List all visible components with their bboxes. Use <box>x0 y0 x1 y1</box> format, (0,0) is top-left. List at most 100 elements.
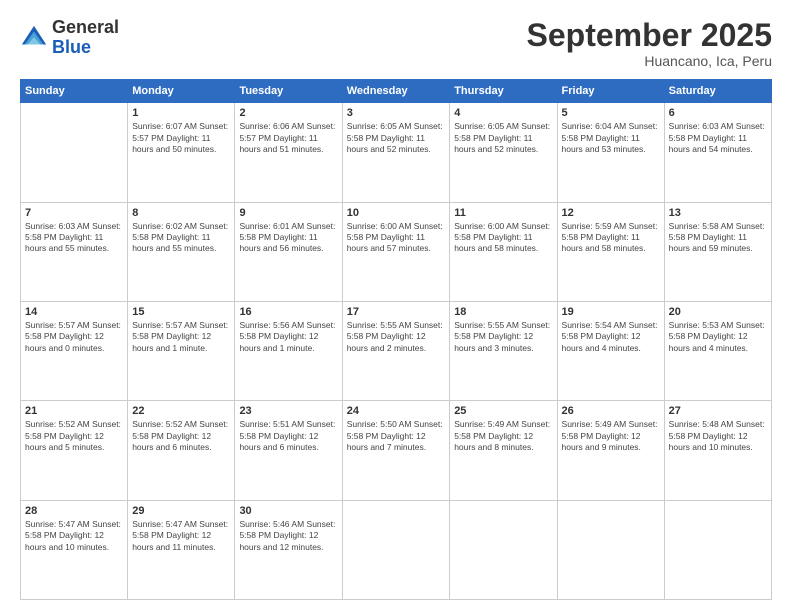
day-number: 28 <box>25 505 123 517</box>
day-info: Sunrise: 6:00 AM Sunset: 5:58 PM Dayligh… <box>454 221 552 255</box>
day-info: Sunrise: 6:00 AM Sunset: 5:58 PM Dayligh… <box>347 221 445 255</box>
col-sunday: Sunday <box>21 80 128 103</box>
day-info: Sunrise: 5:59 AM Sunset: 5:58 PM Dayligh… <box>562 221 660 255</box>
day-info: Sunrise: 5:49 AM Sunset: 5:58 PM Dayligh… <box>562 419 660 453</box>
day-info: Sunrise: 6:06 AM Sunset: 5:57 PM Dayligh… <box>239 121 337 155</box>
calendar-cell: 16 Sunrise: 5:56 AM Sunset: 5:58 PM Dayli… <box>235 301 342 400</box>
location-text: Huancano, Ica, Peru <box>527 53 772 69</box>
logo-icon <box>20 24 48 52</box>
calendar-cell <box>21 103 128 202</box>
col-monday: Monday <box>128 80 235 103</box>
day-info: Sunrise: 5:50 AM Sunset: 5:58 PM Dayligh… <box>347 419 445 453</box>
day-number: 21 <box>25 405 123 417</box>
day-info: Sunrise: 5:47 AM Sunset: 5:58 PM Dayligh… <box>25 519 123 553</box>
day-info: Sunrise: 5:53 AM Sunset: 5:58 PM Dayligh… <box>669 320 767 354</box>
month-year-title: September 2025 <box>527 18 772 53</box>
calendar-cell: 11Sunrise: 6:00 AM Sunset: 5:58 PM Dayli… <box>450 202 557 301</box>
day-number: 5 <box>562 107 660 119</box>
day-number: 29 <box>132 505 230 517</box>
day-info: Sunrise: 6:03 AM Sunset: 5:58 PM Dayligh… <box>25 221 123 255</box>
day-number: 20 <box>669 306 767 318</box>
day-info: Sunrise: 5:58 AM Sunset: 5:58 PM Dayligh… <box>669 221 767 255</box>
day-info: Sunrise: 6:02 AM Sunset: 5:58 PM Dayligh… <box>132 221 230 255</box>
calendar-cell: 23 Sunrise: 5:51 AM Sunset: 5:58 PM Dayli… <box>235 401 342 500</box>
day-number: 22 <box>132 405 230 417</box>
day-info: Sunrise: 5:48 AM Sunset: 5:58 PM Dayligh… <box>669 419 767 453</box>
day-info: Sunrise: 5:54 AM Sunset: 5:58 PM Dayligh… <box>562 320 660 354</box>
day-number: 27 <box>669 405 767 417</box>
logo-general-text: General <box>52 17 119 37</box>
logo: General Blue <box>20 18 119 58</box>
day-number: 6 <box>669 107 767 119</box>
day-info: Sunrise: 5:47 AM Sunset: 5:58 PM Dayligh… <box>132 519 230 553</box>
calendar-cell: 7Sunrise: 6:03 AM Sunset: 5:58 PM Daylig… <box>21 202 128 301</box>
day-number: 3 <box>347 107 445 119</box>
day-number: 13 <box>669 207 767 219</box>
day-number: 4 <box>454 107 552 119</box>
calendar-cell: 27 Sunrise: 5:48 AM Sunset: 5:58 PM Dayli… <box>664 401 771 500</box>
col-thursday: Thursday <box>450 80 557 103</box>
calendar-cell: 4Sunrise: 6:05 AM Sunset: 5:58 PM Daylig… <box>450 103 557 202</box>
calendar-cell <box>342 500 449 599</box>
day-number: 30 <box>239 505 337 517</box>
calendar-cell: 5 Sunrise: 6:04 AM Sunset: 5:58 PM Daylig… <box>557 103 664 202</box>
calendar-cell: 10 Sunrise: 6:00 AM Sunset: 5:58 PM Dayli… <box>342 202 449 301</box>
day-info: Sunrise: 6:07 AM Sunset: 5:57 PM Dayligh… <box>132 121 230 155</box>
day-number: 15 <box>132 306 230 318</box>
day-number: 16 <box>239 306 337 318</box>
calendar-cell <box>450 500 557 599</box>
calendar-cell: 12 Sunrise: 5:59 AM Sunset: 5:58 PM Dayli… <box>557 202 664 301</box>
calendar-cell: 9 Sunrise: 6:01 AM Sunset: 5:58 PM Daylig… <box>235 202 342 301</box>
logo-blue-text: Blue <box>52 37 91 57</box>
day-number: 9 <box>239 207 337 219</box>
day-info: Sunrise: 5:49 AM Sunset: 5:58 PM Dayligh… <box>454 419 552 453</box>
day-number: 2 <box>239 107 337 119</box>
day-number: 25 <box>454 405 552 417</box>
day-number: 18 <box>454 306 552 318</box>
calendar-cell <box>664 500 771 599</box>
col-tuesday: Tuesday <box>235 80 342 103</box>
day-info: Sunrise: 5:57 AM Sunset: 5:58 PM Dayligh… <box>25 320 123 354</box>
calendar-cell: 30Sunrise: 5:46 AM Sunset: 5:58 PM Dayli… <box>235 500 342 599</box>
day-number: 23 <box>239 405 337 417</box>
col-friday: Friday <box>557 80 664 103</box>
calendar-cell: 2 Sunrise: 6:06 AM Sunset: 5:57 PM Daylig… <box>235 103 342 202</box>
title-section: September 2025 Huancano, Ica, Peru <box>527 18 772 69</box>
calendar-cell: 19Sunrise: 5:54 AM Sunset: 5:58 PM Dayli… <box>557 301 664 400</box>
calendar-cell: 20 Sunrise: 5:53 AM Sunset: 5:58 PM Dayli… <box>664 301 771 400</box>
day-number: 1 <box>132 107 230 119</box>
day-info: Sunrise: 5:51 AM Sunset: 5:58 PM Dayligh… <box>239 419 337 453</box>
calendar-cell: 22 Sunrise: 5:52 AM Sunset: 5:58 PM Dayli… <box>128 401 235 500</box>
day-number: 12 <box>562 207 660 219</box>
calendar-cell: 24Sunrise: 5:50 AM Sunset: 5:58 PM Dayli… <box>342 401 449 500</box>
calendar-cell: 6Sunrise: 6:03 AM Sunset: 5:58 PM Daylig… <box>664 103 771 202</box>
day-info: Sunrise: 6:01 AM Sunset: 5:58 PM Dayligh… <box>239 221 337 255</box>
calendar-cell: 26 Sunrise: 5:49 AM Sunset: 5:58 PM Dayli… <box>557 401 664 500</box>
day-info: Sunrise: 5:52 AM Sunset: 5:58 PM Dayligh… <box>25 419 123 453</box>
day-number: 14 <box>25 306 123 318</box>
calendar-cell: 13 Sunrise: 5:58 AM Sunset: 5:58 PM Dayli… <box>664 202 771 301</box>
day-number: 17 <box>347 306 445 318</box>
calendar-header-row: Sunday Monday Tuesday Wednesday Thursday… <box>21 80 772 103</box>
day-info: Sunrise: 6:05 AM Sunset: 5:58 PM Dayligh… <box>347 121 445 155</box>
day-info: Sunrise: 5:52 AM Sunset: 5:58 PM Dayligh… <box>132 419 230 453</box>
day-number: 8 <box>132 207 230 219</box>
day-info: Sunrise: 5:55 AM Sunset: 5:58 PM Dayligh… <box>347 320 445 354</box>
day-number: 26 <box>562 405 660 417</box>
calendar-cell: 28 Sunrise: 5:47 AM Sunset: 5:58 PM Dayli… <box>21 500 128 599</box>
calendar-cell <box>557 500 664 599</box>
calendar-cell: 15 Sunrise: 5:57 AM Sunset: 5:58 PM Dayli… <box>128 301 235 400</box>
calendar-cell: 21 Sunrise: 5:52 AM Sunset: 5:58 PM Dayli… <box>21 401 128 500</box>
col-saturday: Saturday <box>664 80 771 103</box>
day-info: Sunrise: 5:56 AM Sunset: 5:58 PM Dayligh… <box>239 320 337 354</box>
calendar-cell: 25 Sunrise: 5:49 AM Sunset: 5:58 PM Dayli… <box>450 401 557 500</box>
day-info: Sunrise: 5:55 AM Sunset: 5:58 PM Dayligh… <box>454 320 552 354</box>
calendar-cell: 17 Sunrise: 5:55 AM Sunset: 5:58 PM Dayli… <box>342 301 449 400</box>
page-header: General Blue September 2025 Huancano, Ic… <box>20 18 772 69</box>
calendar-cell: 18 Sunrise: 5:55 AM Sunset: 5:58 PM Dayli… <box>450 301 557 400</box>
day-info: Sunrise: 6:04 AM Sunset: 5:58 PM Dayligh… <box>562 121 660 155</box>
calendar-cell: 14 Sunrise: 5:57 AM Sunset: 5:58 PM Dayli… <box>21 301 128 400</box>
day-info: Sunrise: 5:57 AM Sunset: 5:58 PM Dayligh… <box>132 320 230 354</box>
day-number: 10 <box>347 207 445 219</box>
calendar-cell: 8 Sunrise: 6:02 AM Sunset: 5:58 PM Daylig… <box>128 202 235 301</box>
